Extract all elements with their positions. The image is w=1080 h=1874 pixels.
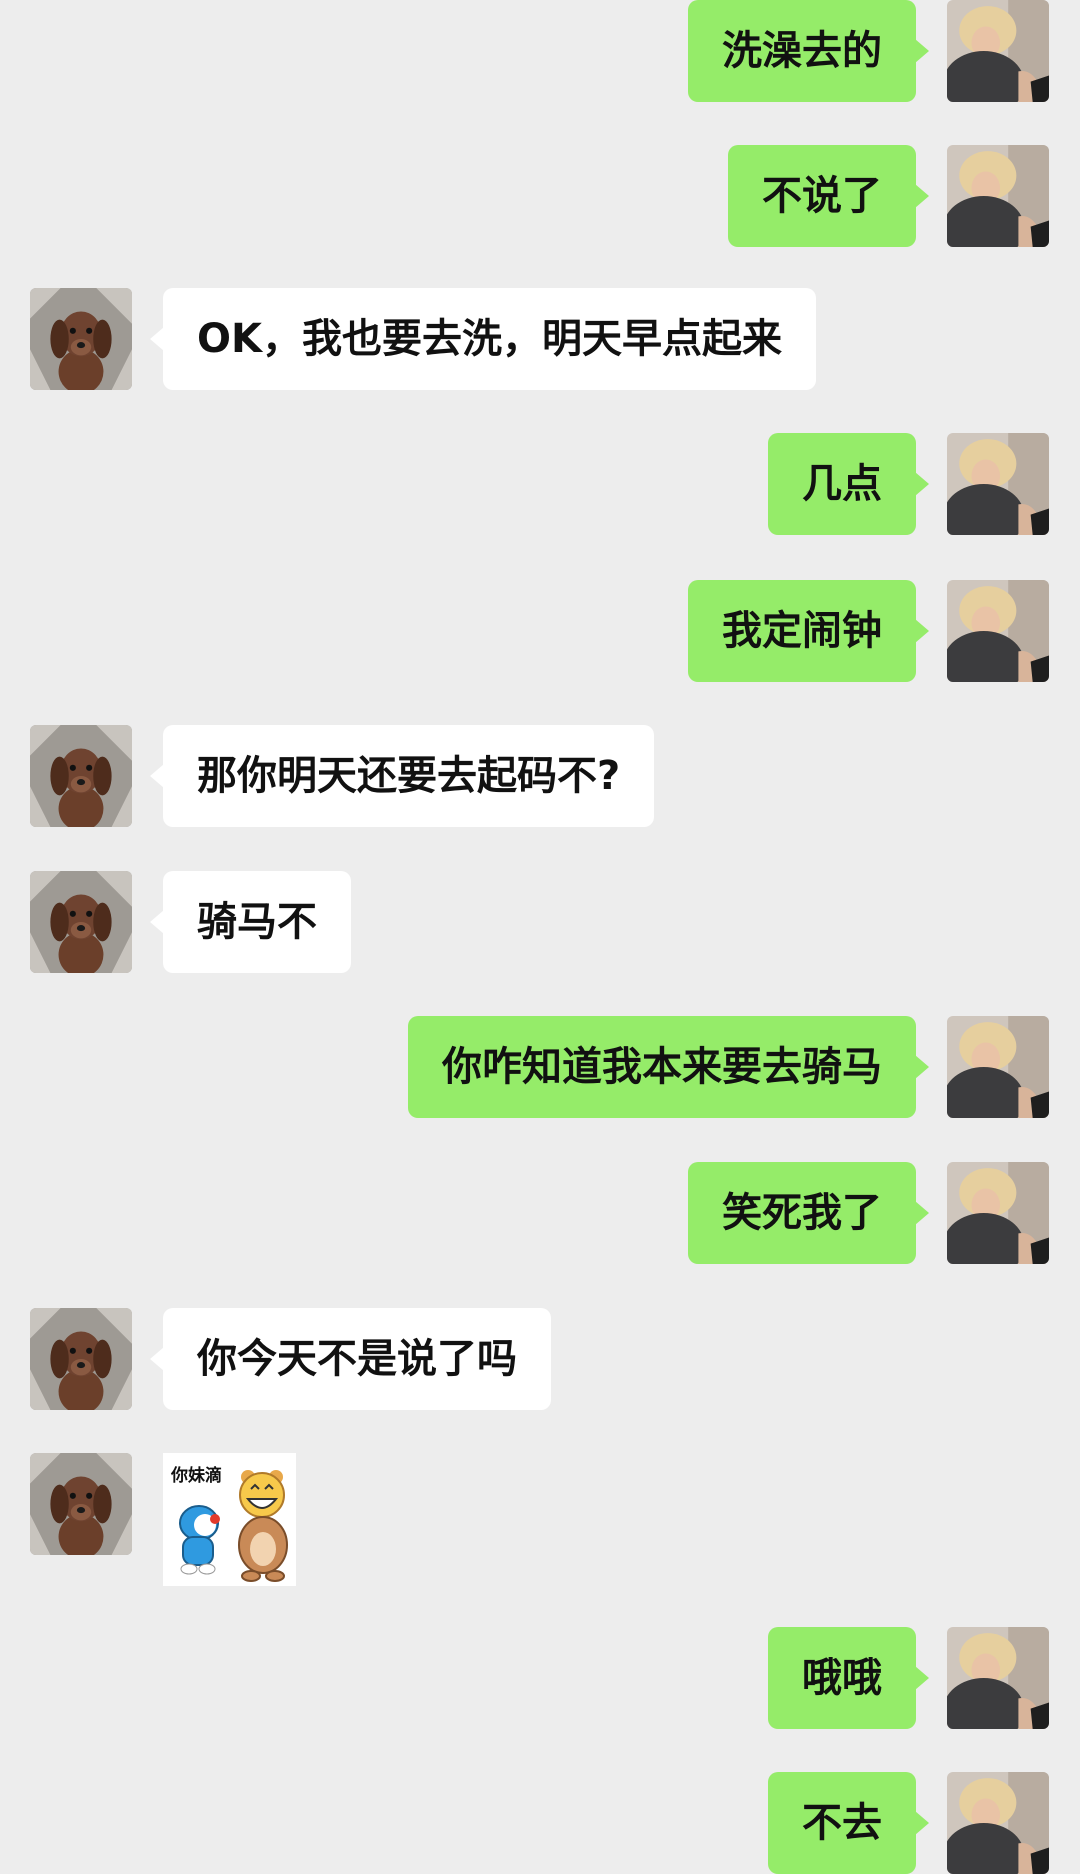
blonde-woman-avatar-icon [947, 1627, 1049, 1729]
blonde-woman-avatar-icon [947, 433, 1049, 535]
dachshund-puppy-avatar-icon [30, 871, 132, 973]
blonde-woman-avatar-icon [947, 1016, 1049, 1118]
self-avatar[interactable] [947, 0, 1049, 102]
message-bubble-other[interactable]: OK，我也要去洗，明天早点起来 [150, 288, 816, 390]
chat-message-list[interactable]: 洗澡去的 不说了 OK，我也要去洗，明天早点起来 几点 我定闹钟 那你明天还要去… [0, 0, 1080, 1874]
message-bubble-other[interactable]: 骑马不 [150, 871, 351, 973]
message-bubble-self[interactable]: 哦哦 [768, 1627, 929, 1729]
message-bubble-self[interactable]: 你咋知道我本来要去骑马 [408, 1016, 929, 1118]
dachshund-puppy-avatar-icon [30, 1453, 132, 1555]
other-avatar[interactable] [30, 288, 132, 390]
message-bubble-other[interactable]: 你今天不是说了吗 [150, 1308, 551, 1410]
blonde-woman-avatar-icon [947, 145, 1049, 247]
other-avatar[interactable] [30, 725, 132, 827]
blonde-woman-avatar-icon [947, 1162, 1049, 1264]
dachshund-puppy-avatar-icon [30, 288, 132, 390]
self-avatar[interactable] [947, 433, 1049, 535]
sticker-caption: 你妹滴 [171, 1466, 222, 1486]
dachshund-puppy-avatar-icon [30, 725, 132, 827]
self-avatar[interactable] [947, 1016, 1049, 1118]
other-avatar[interactable] [30, 871, 132, 973]
message-bubble-self[interactable]: 笑死我了 [688, 1162, 929, 1264]
blonde-woman-avatar-icon [947, 0, 1049, 102]
message-bubble-self[interactable]: 不说了 [728, 145, 929, 247]
message-bubble-other[interactable]: 那你明天还要去起码不? [149, 725, 655, 827]
self-avatar[interactable] [947, 145, 1049, 247]
sticker-message[interactable]: 你妹滴 [163, 1453, 296, 1586]
self-avatar[interactable] [947, 580, 1049, 682]
self-avatar[interactable] [947, 1162, 1049, 1264]
self-avatar[interactable] [947, 1772, 1049, 1874]
message-bubble-self[interactable]: 几点 [768, 433, 929, 535]
blonde-woman-avatar-icon [947, 1772, 1049, 1874]
message-bubble-self[interactable]: 我定闹钟 [688, 580, 929, 682]
blonde-woman-avatar-icon [947, 580, 1049, 682]
other-avatar[interactable] [30, 1453, 132, 1555]
message-bubble-self[interactable]: 不去 [768, 1772, 929, 1874]
self-avatar[interactable] [947, 1627, 1049, 1729]
dachshund-puppy-avatar-icon [30, 1308, 132, 1410]
other-avatar[interactable] [30, 1308, 132, 1410]
message-bubble-self[interactable]: 洗澡去的 [688, 0, 929, 102]
